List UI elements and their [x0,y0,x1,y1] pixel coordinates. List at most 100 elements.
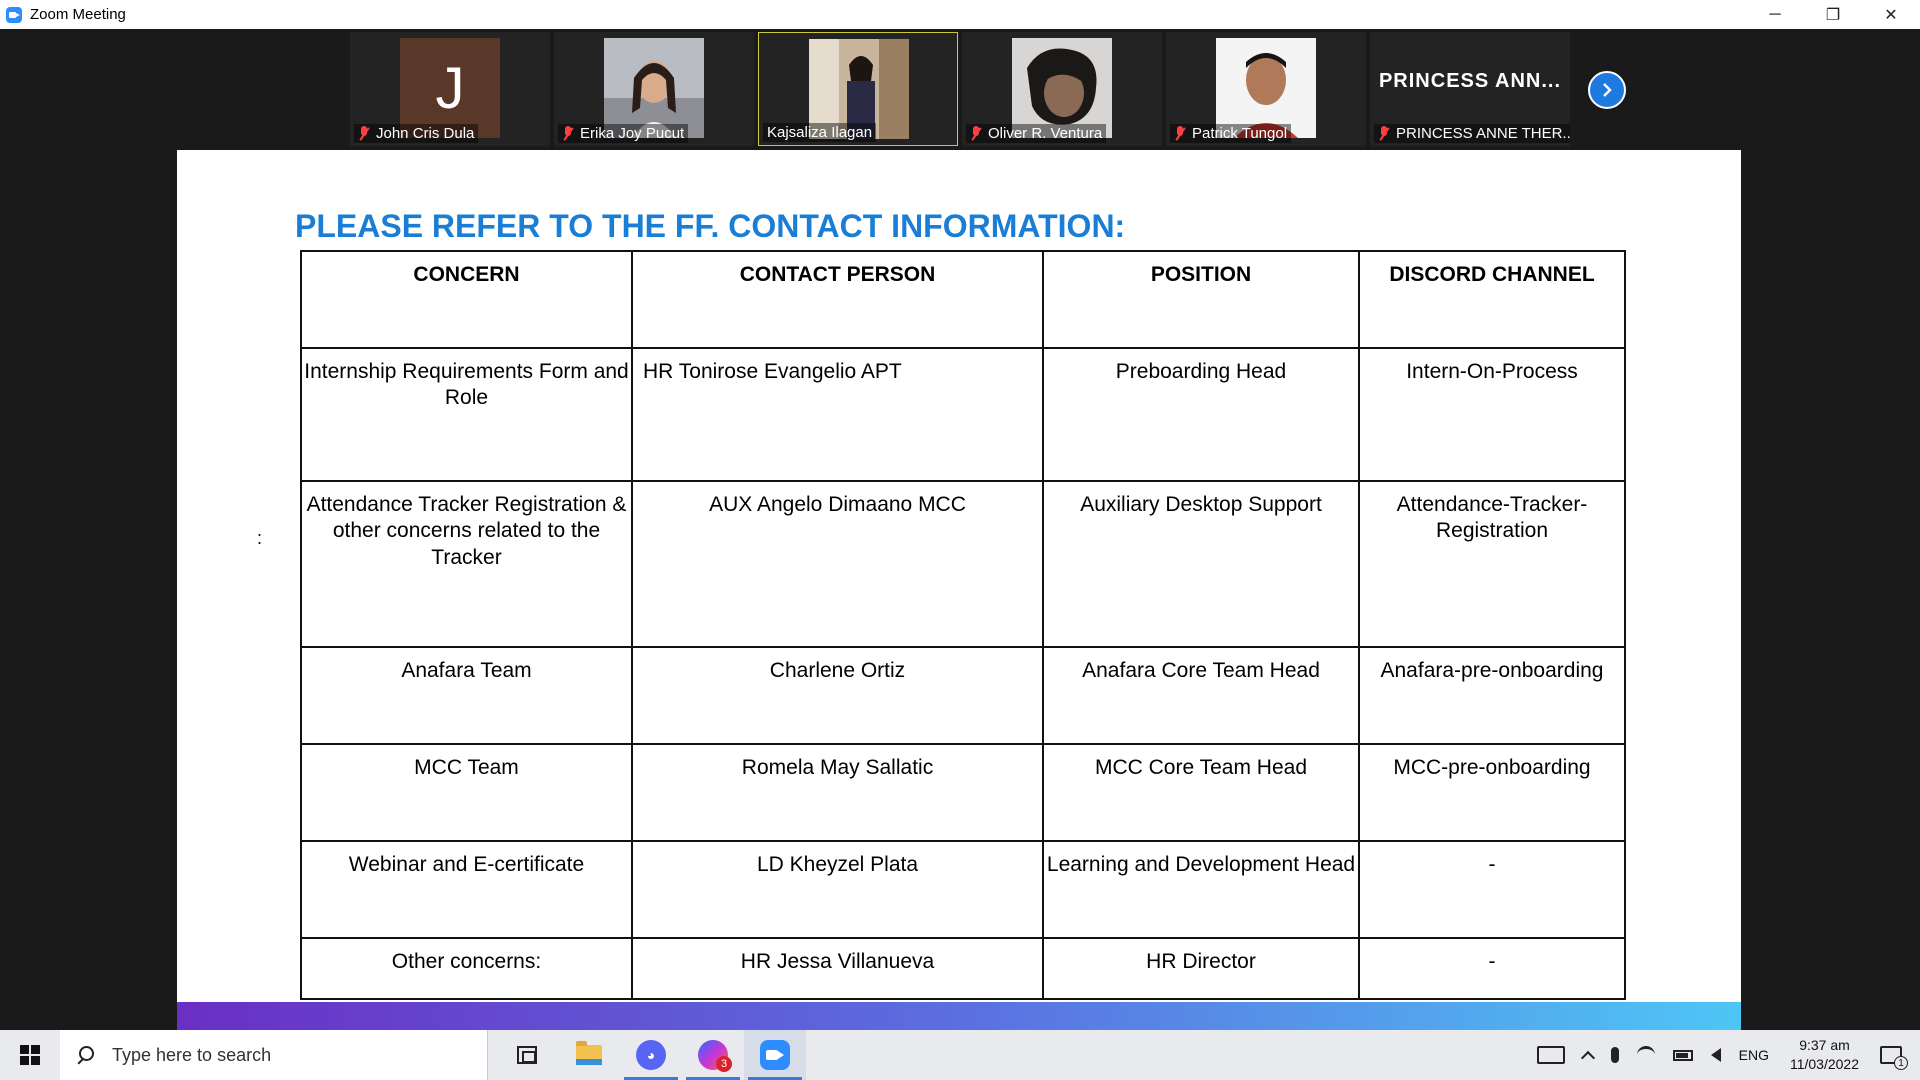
window-title: Zoom Meeting [30,6,126,23]
table-cell: MCC Team [300,743,633,842]
slide-gradient-bar [177,1002,1741,1030]
taskbar-search-box[interactable]: Type here to search [60,1030,488,1080]
stray-mark: : [257,528,263,548]
discord-button[interactable]: ◕ [620,1030,682,1080]
folder-icon [576,1041,602,1065]
zoom-icon [760,1040,790,1070]
mic-muted-icon [562,125,574,142]
column-header: DISCORD CHANNEL [1358,250,1626,349]
notification-count: 1 [1894,1056,1908,1070]
table-cell: Romela May Sallatic [631,743,1044,842]
table-cell: HR Tonirose Evangelio APT [631,347,1044,482]
notifications-button[interactable]: 1 [1871,1030,1920,1080]
table-cell: Preboarding Head [1042,347,1360,482]
table-cell: Auxiliary Desktop Support [1042,480,1360,648]
start-button[interactable] [0,1030,60,1080]
wifi-icon [1636,1046,1655,1064]
language-indicator[interactable]: ENG [1730,1030,1778,1080]
restore-button[interactable]: ❐ [1804,0,1862,29]
speaker-icon [1710,1048,1721,1062]
search-icon [76,1046,94,1064]
zoom-taskbar-button[interactable] [744,1030,806,1080]
participant-tile[interactable]: Oliver R. Ventura [962,32,1162,146]
battery-button[interactable] [1664,1030,1702,1080]
messenger-badge: 3 [716,1056,732,1072]
column-header: CONCERN [300,250,633,349]
table-row: Attendance Tracker Registration & other … [300,480,1626,648]
avatar: J [400,38,500,138]
clock[interactable]: 9:37 am 11/03/2022 [1778,1030,1871,1080]
mic-muted-icon [1378,125,1390,142]
keyboard-icon [1536,1046,1565,1064]
discord-icon: ◕ [636,1040,666,1070]
chevron-right-icon [1603,83,1612,97]
messenger-icon: 3 [698,1040,732,1072]
participant-name-label: Kajsaliza Ilagan [763,123,877,142]
clock-time: 9:37 am [1799,1037,1850,1054]
file-explorer-button[interactable] [558,1030,620,1080]
column-header: CONTACT PERSON [631,250,1044,349]
table-cell: Anafara Team [300,646,633,745]
search-placeholder: Type here to search [112,1044,272,1065]
participant-name-label: PRINCESS ANNE THER... [1374,124,1570,143]
participant-display-title: PRINCESS ANN... [1378,70,1562,92]
table-cell: Other concerns: [300,937,633,1000]
close-button[interactable]: ✕ [1862,0,1920,29]
clock-date: 11/03/2022 [1789,1056,1859,1072]
microphone-icon [1610,1047,1619,1063]
participant-tile-active-speaker[interactable]: Kajsaliza Ilagan [758,32,958,146]
minimize-button[interactable]: ─ [1746,0,1804,29]
table-cell: Charlene Ortiz [631,646,1044,745]
table-cell: Anafara-pre-onboarding [1358,646,1626,745]
participant-name: Kajsaliza Ilagan [767,124,873,141]
table-row: Anafara Team Charlene Ortiz Anafara Core… [300,646,1626,745]
participant-tile[interactable]: J John Cris Dula [350,32,550,146]
participant-name-label: Oliver R. Ventura [966,124,1107,143]
next-page-button[interactable] [1588,71,1626,109]
table-row: Other concerns: HR Jessa Villanueva HR D… [300,937,1626,1000]
participant-name: Patrick Tungol [1192,125,1288,142]
table-row: Internship Requirements Form and Role HR… [300,347,1626,482]
contact-table: CONCERN CONTACT PERSON POSITION DISCORD … [300,250,1626,1000]
volume-button[interactable] [1702,1030,1730,1080]
battery-icon [1672,1049,1693,1061]
task-view-button[interactable] [496,1030,558,1080]
table-cell: LD Kheyzel Plata [631,840,1044,939]
participant-video [1012,38,1112,138]
windows-logo-icon [20,1045,40,1065]
table-cell: MCC Core Team Head [1042,743,1360,842]
table-cell: HR Director [1042,937,1360,1000]
participant-name-label: Erika Joy Pucut [558,124,689,143]
table-cell: Internship Requirements Form and Role [300,347,633,482]
participant-tile[interactable]: Patrick Tungol [1166,32,1366,146]
table-cell: Learning and Development Head [1042,840,1360,939]
microphone-tray-button[interactable] [1602,1030,1628,1080]
table-cell: Attendance Tracker Registration & other … [300,480,633,648]
shared-screen-slide: PLEASE REFER TO THE FF. CONTACT INFORMAT… [177,150,1741,1030]
mic-muted-icon [970,125,982,142]
participant-name: Oliver R. Ventura [988,125,1103,142]
table-cell: Attendance-Tracker-Registration [1358,480,1626,648]
touch-keyboard-button[interactable] [1528,1030,1574,1080]
network-button[interactable] [1628,1030,1664,1080]
table-cell: - [1358,937,1626,1000]
table-cell: MCC-pre-onboarding [1358,743,1626,842]
participant-video [1216,38,1316,138]
participant-tile[interactable]: PRINCESS ANN... PRINCESS ANNE THER... [1370,32,1570,146]
table-cell: Webinar and E-certificate [300,840,633,939]
messenger-button[interactable]: 3 [682,1030,744,1080]
table-cell: Intern-On-Process [1358,347,1626,482]
mic-muted-icon [1174,125,1186,142]
mic-muted-icon [358,125,370,142]
windows-taskbar: Type here to search ◕ 3 ENG 9:37 am 11/0… [0,1030,1920,1080]
participant-name: PRINCESS ANNE THER... [1396,125,1570,142]
participant-tile[interactable]: Erika Joy Pucut [554,32,754,146]
participant-name: John Cris Dula [376,125,475,142]
participant-video [604,38,704,138]
table-cell: HR Jessa Villanueva [631,937,1044,1000]
show-hidden-icons-button[interactable] [1574,1030,1602,1080]
table-row: MCC Team Romela May Sallatic MCC Core Te… [300,743,1626,842]
system-tray: ENG 9:37 am 11/03/2022 1 [1528,1030,1920,1080]
window-controls: ─ ❐ ✕ [1746,0,1920,29]
table-row: Webinar and E-certificate LD Kheyzel Pla… [300,840,1626,939]
